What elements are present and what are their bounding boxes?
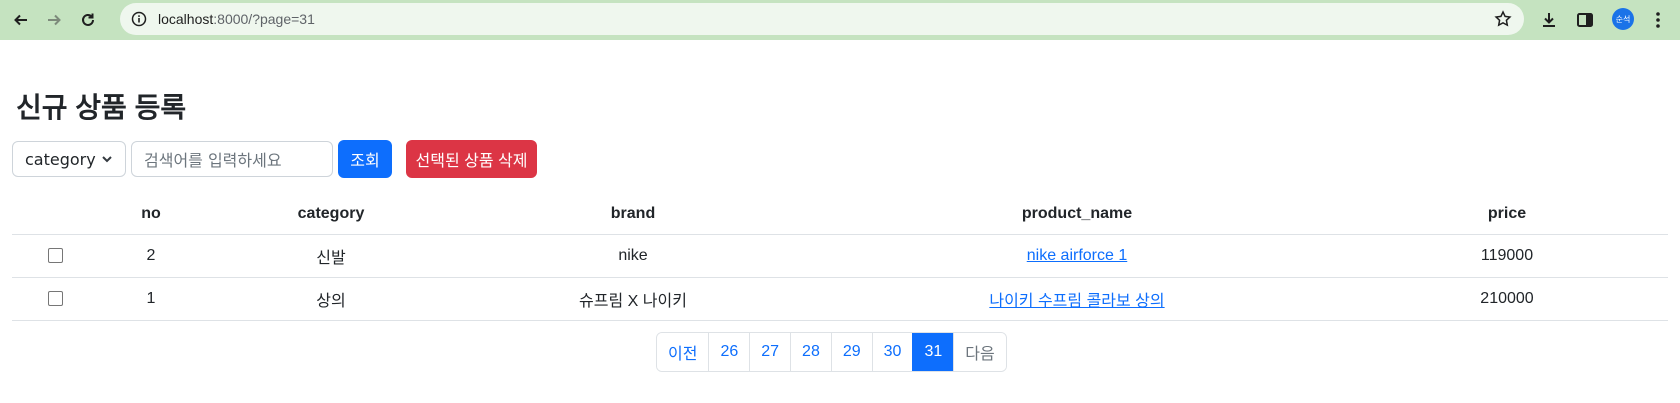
product-link[interactable]: nike airforce 1 bbox=[1027, 247, 1128, 264]
site-info-icon[interactable] bbox=[130, 10, 148, 28]
bookmark-star-icon[interactable] bbox=[1494, 10, 1512, 28]
search-toolbar: category 검색어를 입력하세요 조회 선택된 상품 삭제 bbox=[12, 140, 537, 178]
cell-category: 상의 bbox=[204, 277, 458, 321]
download-icon[interactable] bbox=[1538, 9, 1560, 31]
row-checkbox[interactable] bbox=[47, 248, 63, 264]
url-text: localhost:8000/?page=31 bbox=[158, 11, 315, 27]
cell-brand: 슈프림 X 나이키 bbox=[458, 277, 808, 321]
chevron-down-icon bbox=[102, 156, 112, 163]
cell-price: 119000 bbox=[1346, 234, 1668, 278]
header-category: category bbox=[204, 194, 458, 235]
pagination-page[interactable]: 30 bbox=[871, 333, 913, 371]
header-product-name: product_name bbox=[808, 194, 1346, 235]
header-no: no bbox=[98, 194, 204, 235]
table-row: 2 신발 nike nike airforce 1 119000 bbox=[12, 234, 1668, 278]
header-price: price bbox=[1346, 194, 1668, 235]
reload-icon[interactable] bbox=[77, 9, 99, 31]
product-table: no category brand product_name price 2 신… bbox=[12, 194, 1668, 321]
pagination-prev[interactable]: 이전 bbox=[657, 333, 709, 371]
page-title: 신규 상품 등록 bbox=[16, 92, 187, 123]
cell-price: 210000 bbox=[1346, 277, 1668, 321]
category-select[interactable]: category bbox=[12, 141, 126, 177]
pagination-next[interactable]: 다음 bbox=[953, 333, 1006, 371]
address-bar[interactable]: localhost:8000/?page=31 bbox=[120, 3, 1524, 35]
cell-no: 1 bbox=[98, 277, 204, 321]
more-menu-icon[interactable] bbox=[1647, 9, 1669, 31]
profile-avatar[interactable]: 순석 bbox=[1612, 8, 1634, 30]
side-panel-icon[interactable] bbox=[1574, 9, 1596, 31]
search-button[interactable]: 조회 bbox=[338, 140, 392, 178]
pagination-page[interactable]: 29 bbox=[830, 333, 872, 371]
table-header-row: no category brand product_name price bbox=[12, 194, 1668, 235]
delete-selected-button[interactable]: 선택된 상품 삭제 bbox=[406, 140, 537, 178]
category-select-value: category bbox=[25, 149, 96, 169]
pagination-page-active[interactable]: 31 bbox=[912, 333, 954, 371]
pagination-page[interactable]: 28 bbox=[790, 333, 831, 371]
browser-toolbar: localhost:8000/?page=31 순석 bbox=[0, 0, 1680, 40]
forward-icon[interactable] bbox=[43, 9, 65, 31]
pagination-page[interactable]: 26 bbox=[708, 333, 750, 371]
header-select bbox=[12, 194, 98, 235]
table-row: 1 상의 슈프림 X 나이키 나이키 수프림 콜라보 상의 210000 bbox=[12, 277, 1668, 321]
search-input[interactable]: 검색어를 입력하세요 bbox=[131, 141, 333, 177]
row-checkbox[interactable] bbox=[47, 291, 63, 307]
pagination: 이전 26 27 28 29 30 31 다음 bbox=[656, 332, 1007, 372]
product-link[interactable]: 나이키 수프림 콜라보 상의 bbox=[989, 293, 1164, 310]
cell-category: 신발 bbox=[204, 234, 458, 278]
cell-no: 2 bbox=[98, 234, 204, 278]
back-icon[interactable] bbox=[10, 9, 32, 31]
cell-brand: nike bbox=[458, 234, 808, 278]
header-brand: brand bbox=[458, 194, 808, 235]
pagination-page[interactable]: 27 bbox=[749, 333, 791, 371]
